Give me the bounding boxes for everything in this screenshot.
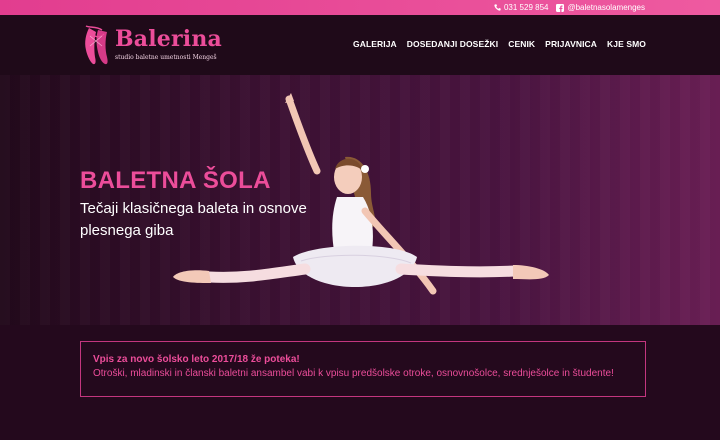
notice-text: Otroški, mladinski in članski baletni an… — [93, 368, 614, 379]
top-contact-bar: 031 529 854 @baletnasolamenges — [0, 0, 720, 15]
brand-name: Balerina — [115, 26, 223, 52]
phone-icon — [494, 4, 501, 11]
hero-title: BALETNA ŠOLA — [80, 167, 271, 194]
notice-section: Vpis za novo šolsko leto 2017/18 že pote… — [0, 325, 720, 440]
notice-title: Vpis za novo šolsko leto 2017/18 že pote… — [93, 354, 300, 365]
main-nav: GALERIJA DOSEDANJI DOSEŽKI CENIK PRIJAVN… — [353, 39, 646, 49]
nav-item-kje-smo[interactable]: KJE SMO — [607, 39, 646, 49]
ballet-shoes-icon — [85, 25, 108, 65]
phone-link[interactable]: 031 529 854 — [494, 3, 549, 12]
nav-item-prijavnica[interactable]: PRIJAVNICA — [545, 39, 597, 49]
phone-number: 031 529 854 — [503, 3, 549, 12]
brand-logo[interactable]: Balerina studio baletne umetnosti Mengeš — [80, 24, 223, 68]
brand-tagline: studio baletne umetnosti Mengeš — [115, 54, 217, 61]
facebook-icon — [556, 3, 565, 12]
facebook-handle: @baletnasolamenges — [567, 3, 645, 12]
nav-item-cenik[interactable]: CENIK — [508, 39, 535, 49]
enrollment-notice: Vpis za novo šolsko leto 2017/18 že pote… — [80, 341, 646, 397]
hero-subtitle: Tečaji klasičnega baleta in osnove plesn… — [80, 200, 307, 239]
facebook-link[interactable]: @baletnasolamenges — [556, 3, 645, 12]
hero-banner: BALETNA ŠOLA Tečaji klasičnega baleta in… — [0, 75, 720, 325]
nav-item-dosezki[interactable]: DOSEDANJI DOSEŽKI — [407, 39, 498, 49]
site-header: Balerina studio baletne umetnosti Mengeš… — [0, 15, 720, 75]
nav-item-galerija[interactable]: GALERIJA — [353, 39, 397, 49]
